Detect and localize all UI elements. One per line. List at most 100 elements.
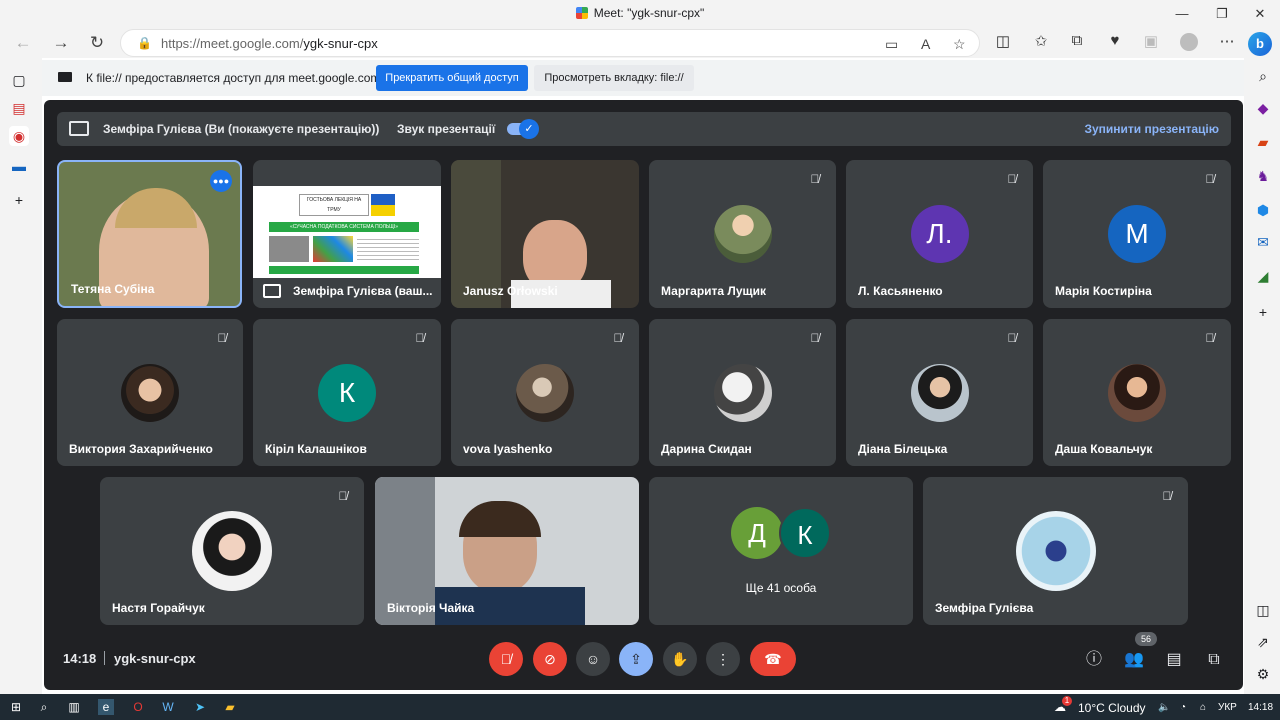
close-button[interactable]: ✕ [1248, 4, 1272, 24]
slide-image [269, 236, 309, 262]
participant-tile[interactable]: 🎙̸ Дарина Скидан [649, 319, 836, 466]
performance-icon[interactable]: ♥ [1104, 32, 1126, 49]
word-icon[interactable]: W [160, 699, 176, 715]
tray-icon[interactable]: ⌂ [1200, 702, 1206, 713]
stop-sharing-button[interactable]: Прекратить общий доступ [376, 65, 528, 91]
back-button[interactable]: ← [10, 32, 36, 54]
avatar [1015, 511, 1096, 591]
participant-tile[interactable]: 🎙̸ Земфіра Гулієва [923, 477, 1188, 625]
present-icon [69, 121, 89, 136]
meeting-info-icon[interactable]: ⓘ [1083, 649, 1105, 671]
url-text[interactable]: https://meet.google.com/ygk-snur-cpx [161, 36, 378, 51]
vertical-tabs: ▢ ▤ ◉ ▬ + [0, 58, 38, 694]
extensions-icon[interactable]: ▣ [1140, 32, 1162, 50]
presenter-text: Земфіра Гулієва (Ви (покажуєте презентац… [103, 122, 380, 136]
presenting-icon [263, 284, 281, 298]
bing-copilot-icon[interactable]: b [1248, 32, 1272, 56]
stop-presentation-link[interactable]: Зупинити презентацію [1084, 122, 1219, 136]
window-title-text: Meet: "ygk-snur-cpx" [593, 6, 705, 20]
presentation-bar: Земфіра Гулієва (Ви (покажуєте презентац… [57, 112, 1231, 146]
activities-icon[interactable]: ⧉ [1203, 649, 1225, 671]
m365-icon[interactable]: ⬢ [1251, 198, 1275, 222]
outlook-icon[interactable]: ✉ [1251, 230, 1275, 254]
search-icon[interactable]: ⌕ [36, 699, 52, 715]
telegram-icon[interactable]: ➤ [192, 699, 208, 715]
participant-tile[interactable]: Janusz Orłowski [451, 160, 639, 308]
view-tab-button[interactable]: Просмотреть вкладку: file:// [534, 65, 694, 91]
participant-tile[interactable]: 🎙̸ Діана Білецька [846, 319, 1033, 466]
taskbar-clock[interactable]: 14:18 [1248, 702, 1273, 713]
profile-avatar[interactable] [1180, 33, 1198, 51]
search-icon[interactable]: ⌕ [1251, 64, 1275, 88]
screen-tab-icon[interactable]: ▬ [9, 156, 29, 176]
emoji-reaction-button[interactable]: ☺ [576, 642, 610, 676]
task-view-icon[interactable]: ▥ [66, 699, 82, 715]
address-bar[interactable]: 🔒 https://meet.google.com/ygk-snur-cpx ▭… [120, 29, 980, 57]
participant-tile[interactable]: 🎙̸ Даша Ковальчук [1043, 319, 1231, 466]
collections-icon[interactable]: ⧉ [1066, 32, 1088, 49]
weather-text[interactable]: 10°C Cloudy [1078, 701, 1146, 715]
opera-icon[interactable]: O [130, 699, 146, 715]
avatar: М [1108, 205, 1166, 263]
more-options-button[interactable]: ⋮ [706, 642, 740, 676]
participants-icon[interactable]: 👥 [1123, 649, 1145, 671]
read-aloud-icon[interactable]: A [921, 36, 930, 52]
leave-call-button[interactable]: ☎ [750, 642, 796, 676]
participant-tile[interactable]: Вікторія Чайка [375, 477, 639, 625]
edge-browser-icon[interactable]: e [98, 699, 114, 715]
favorites-icon[interactable]: ✩ [1030, 32, 1052, 50]
language-indicator[interactable]: УКР [1218, 702, 1237, 713]
participant-tile[interactable]: 🎙̸ М Марія Костиріна [1043, 160, 1231, 308]
camera-icon[interactable]: ▭ [885, 36, 898, 53]
add-sidebar-icon[interactable]: + [1251, 300, 1275, 324]
new-tab-icon[interactable]: + [9, 190, 29, 210]
volume-icon[interactable]: 🔈 [1158, 702, 1170, 713]
mic-toggle-button[interactable]: 🎙̸ [489, 642, 523, 676]
more-participants-tile[interactable]: Д К Ще 41 особа [649, 477, 913, 625]
games-icon[interactable]: ♞ [1251, 164, 1275, 188]
drop-icon[interactable]: ◢ [1251, 264, 1275, 288]
url-prefix: https://meet.google.com/ [161, 36, 304, 51]
sidebar-layout-icon[interactable]: ◫ [1251, 598, 1275, 622]
pdf-tab-icon[interactable]: ▤ [9, 98, 29, 118]
meet-tab-icon[interactable]: ◉ [9, 126, 29, 146]
file-explorer-icon[interactable]: ▰ [222, 699, 238, 715]
more-menu-icon[interactable]: ⋯ [1216, 32, 1238, 50]
participant-tile[interactable]: ●●● Тетяна Субіна [57, 160, 242, 308]
forward-button[interactable]: → [48, 32, 74, 54]
participant-hair [459, 501, 541, 537]
participant-tile[interactable]: 🎙̸ Настя Горайчук [100, 477, 364, 625]
favorite-star-icon[interactable]: ☆ [953, 36, 966, 53]
tab-actions-icon[interactable]: ▢ [9, 70, 29, 90]
participant-tile[interactable]: 🎙̸ vova Iyashenko [451, 319, 639, 466]
shopping-icon[interactable]: ◆ [1251, 96, 1275, 120]
tools-icon[interactable]: ▰ [1251, 130, 1275, 154]
presentation-sound-toggle[interactable]: ✓ [507, 119, 539, 139]
open-external-icon[interactable]: ⇗ [1251, 630, 1275, 654]
edge-sidebar: ⌕ ◆ ▰ ♞ ⬢ ✉ ◢ + ◫ ⇗ ⚙ [1246, 58, 1280, 694]
avatar [1108, 363, 1166, 422]
present-now-button[interactable]: ⇪ [619, 642, 653, 676]
participant-name: Тетяна Субіна [71, 282, 155, 296]
chat-icon[interactable]: ▤ [1163, 649, 1185, 671]
windows-start-icon[interactable]: ⊞ [8, 699, 24, 715]
slide-text-block [357, 236, 419, 262]
participant-tile[interactable]: 🎙̸ Л. Л. Касьяненко [846, 160, 1033, 308]
participant-name: Маргарита Лущик [661, 284, 767, 298]
presentation-tile[interactable]: ГОСТЬОВА ЛЕКЦІЯ НА ТРМУ «СУЧАСНА ПОДАТКО… [253, 160, 441, 308]
camera-toggle-button[interactable]: ⊘ [533, 642, 567, 676]
split-screen-icon[interactable]: ◫ [992, 32, 1014, 50]
divider [104, 651, 105, 665]
participant-tile[interactable]: 🎙̸ Виктория Захарийченко [57, 319, 243, 466]
avatar [192, 511, 272, 591]
avatar: К [318, 363, 376, 422]
raise-hand-button[interactable]: ✋ [663, 642, 697, 676]
settings-gear-icon[interactable]: ⚙ [1251, 662, 1275, 686]
participant-tile[interactable]: 🎙̸ Маргарита Лущик [649, 160, 836, 308]
participant-tile[interactable]: 🎙̸ К Кірiл Калашніков [253, 319, 441, 466]
maximize-button[interactable]: ❐ [1210, 4, 1234, 24]
minimize-button[interactable]: — [1170, 4, 1194, 24]
reload-button[interactable]: ↻ [84, 32, 110, 54]
notification-badge: 1 [1062, 696, 1072, 706]
network-icon[interactable]: ◔ [1180, 702, 1186, 713]
